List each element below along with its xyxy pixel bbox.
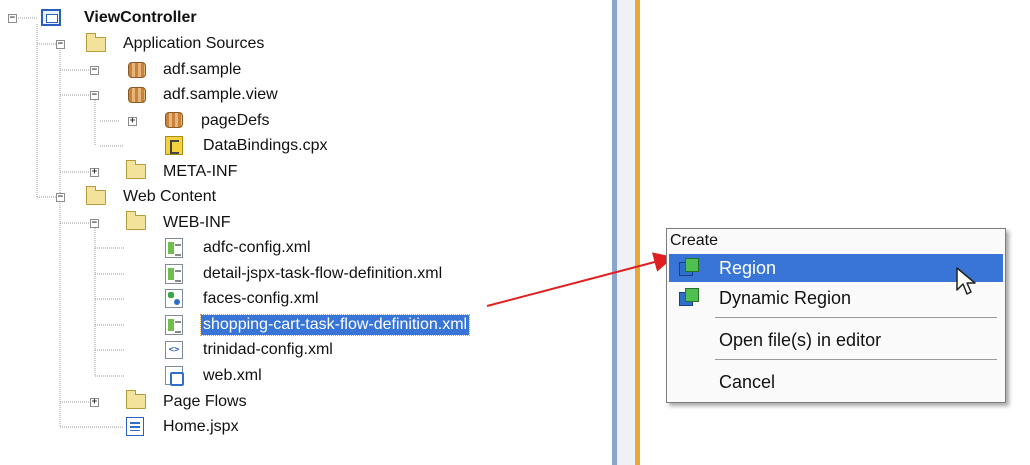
- menu-item-label: Open file(s) in editor: [719, 330, 882, 350]
- context-menu: Create Region Dynamic Region Open file(s…: [666, 228, 1006, 403]
- menu-item-region[interactable]: Region: [669, 254, 1003, 282]
- menu-separator: [715, 317, 997, 318]
- menu-header: Create: [670, 232, 719, 249]
- region-icon: [679, 288, 699, 306]
- menu-separator: [715, 359, 997, 360]
- menu-item-dynamic-region[interactable]: Dynamic Region: [669, 284, 1003, 312]
- region-icon: [679, 258, 699, 276]
- menu-item-cancel[interactable]: Cancel: [669, 368, 1003, 396]
- menu-item-open-in-editor[interactable]: Open file(s) in editor: [669, 326, 1003, 354]
- menu-item-label: Cancel: [719, 372, 776, 392]
- menu-item-label: Dynamic Region: [719, 288, 852, 308]
- menu-item-label: Region: [719, 258, 777, 278]
- mouse-cursor-icon: [956, 267, 976, 295]
